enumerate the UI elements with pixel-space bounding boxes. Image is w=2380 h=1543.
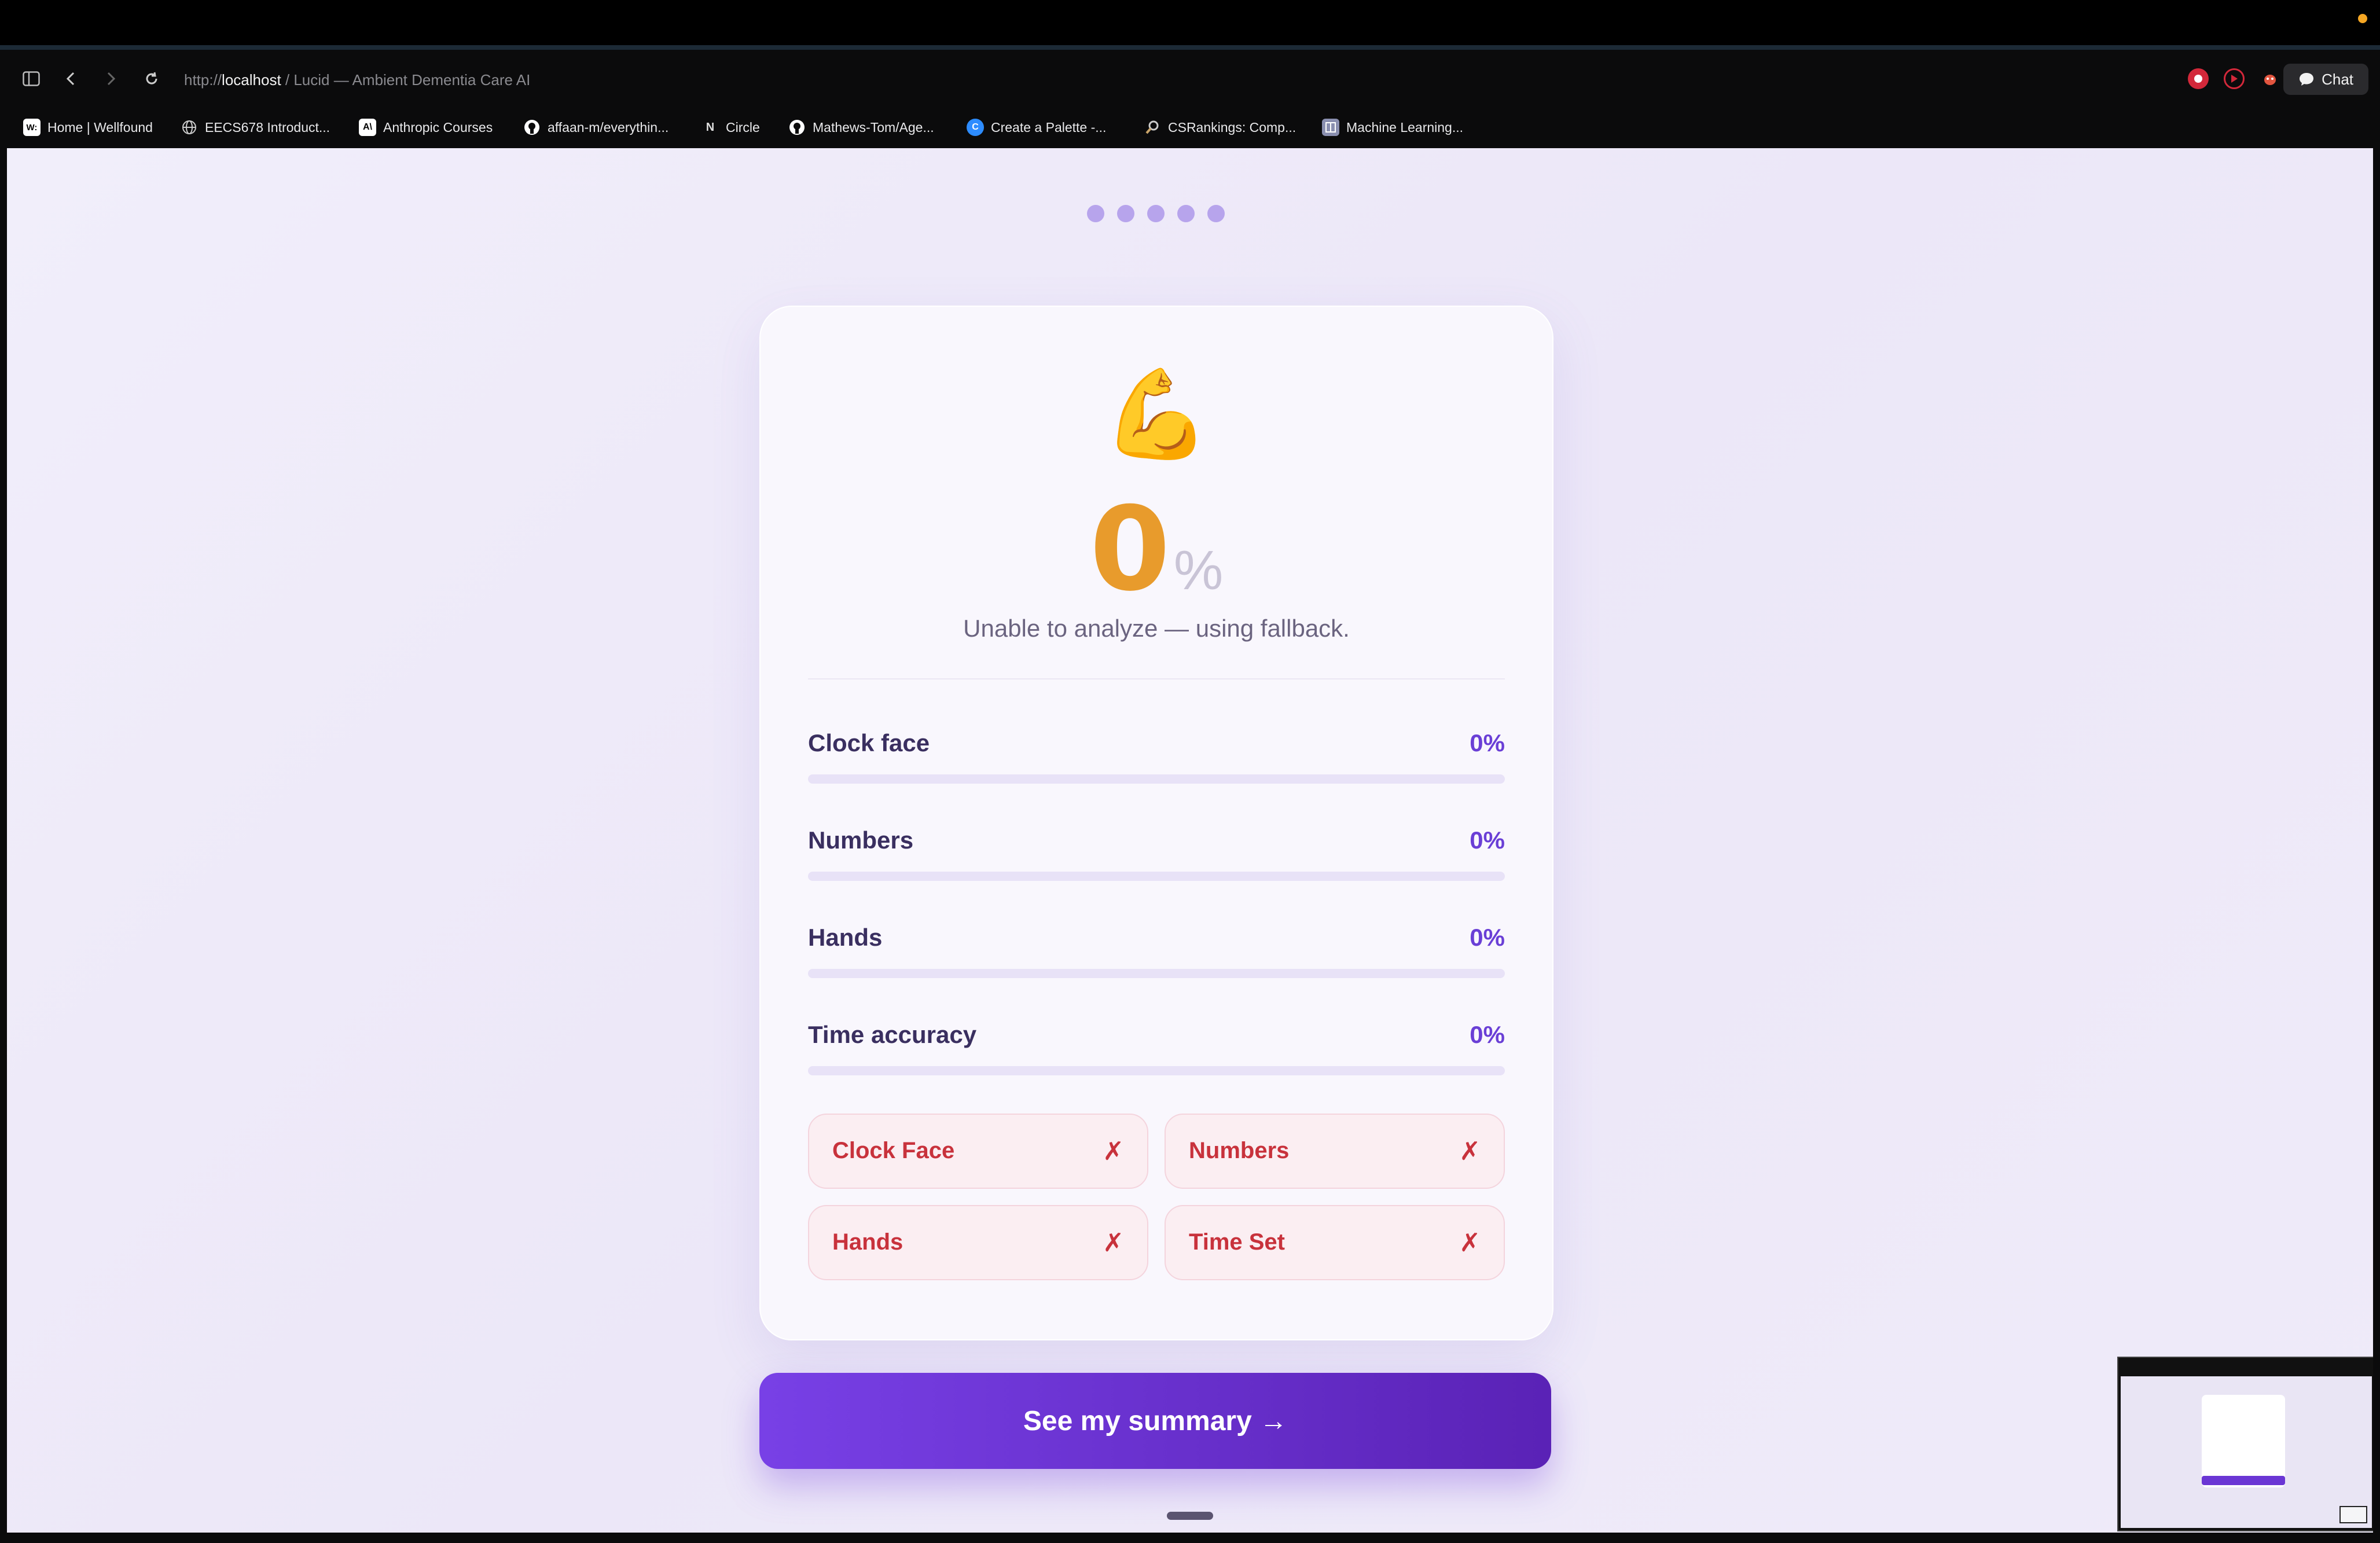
bookmark-label: CSRankings: Comp... [1168, 119, 1296, 135]
back-icon[interactable] [59, 67, 82, 90]
see-summary-button[interactable]: See my summary → [759, 1373, 1551, 1469]
extension-record-icon[interactable] [2188, 68, 2209, 89]
check-label: Time Set [1189, 1229, 1285, 1255]
bookmark-circle[interactable]: N Circle [701, 116, 760, 139]
bookmark-label: Home | Wellfound [47, 119, 153, 135]
bookmark-label: Machine Learning... [1346, 119, 1464, 135]
bookmark-csrankings[interactable]: CSRankings: Comp... [1144, 116, 1296, 139]
step-dot [1147, 205, 1165, 222]
metric-clock-face: Clock face 0% [808, 729, 1505, 793]
result-card: 💪 0% Unable to analyze — using fallback.… [759, 306, 1553, 1340]
status-dot [2358, 14, 2367, 23]
metric-label: Clock face [808, 729, 930, 756]
score-value: 0 [1089, 482, 1170, 617]
fail-icon: ✗ [1459, 1229, 1481, 1257]
bookmarks-bar: W: Home | Wellfound EECS678 Introduct...… [0, 104, 2380, 150]
check-label: Numbers [1189, 1138, 1290, 1163]
divider [808, 678, 1505, 679]
url-scheme: http:// [184, 71, 222, 89]
metric-time-accuracy: Time accuracy 0% [808, 1021, 1505, 1085]
fail-icon: ✗ [1103, 1229, 1124, 1257]
extension-bug-icon[interactable] [2260, 68, 2280, 89]
github-icon [523, 119, 541, 136]
wellfound-icon: W: [23, 119, 41, 136]
browser-toolbar: http://localhost / Lucid — Ambient Demen… [0, 54, 2380, 104]
url-title: / Lucid — Ambient Dementia Care AI [281, 71, 531, 89]
check-time-set: Time Set ✗ [1165, 1205, 1505, 1280]
url-host: localhost [222, 71, 281, 89]
metric-value: 0% [1470, 1021, 1505, 1048]
chat-label: Chat [2322, 70, 2353, 88]
score-display: 0% [761, 492, 1552, 608]
metric-progress-bar [808, 1066, 1505, 1075]
bookmark-label: Mathews-Tom/Age... [813, 119, 934, 135]
palette-icon: C [967, 119, 984, 136]
thumbnail-resize-handle[interactable] [2339, 1506, 2367, 1523]
magnifier-icon [1144, 119, 1161, 136]
thumbnail-card [2202, 1395, 2285, 1487]
page-viewport: 💪 0% Unable to analyze — using fallback.… [7, 148, 2373, 1533]
score-unit: % [1173, 539, 1224, 601]
metric-label: Time accuracy [808, 1021, 977, 1048]
metric-numbers: Numbers 0% [808, 826, 1505, 890]
score-message: Unable to analyze — using fallback. [963, 615, 1350, 642]
metric-progress-bar [808, 872, 1505, 881]
bookmark-label: Anthropic Courses [383, 119, 493, 135]
chat-bubble-icon [2300, 73, 2314, 86]
check-hands: Hands ✗ [808, 1205, 1148, 1280]
metric-hands: Hands 0% [808, 924, 1505, 987]
bookmark-create-palette[interactable]: C Create a Palette -... [967, 116, 1106, 139]
bookmark-label: EECS678 Introduct... [205, 119, 330, 135]
metric-label: Numbers [808, 826, 914, 854]
fail-icon: ✗ [1459, 1137, 1481, 1166]
metric-progress-bar [808, 969, 1505, 978]
globe-icon [181, 119, 198, 136]
extension-play-icon[interactable] [2224, 68, 2245, 89]
bookmark-label: affaan-m/everythin... [548, 119, 669, 135]
bookmark-mathews-tom[interactable]: Mathews-Tom/Age... [788, 116, 934, 139]
anthropic-icon: A\ [359, 119, 376, 136]
bookmark-wellfound[interactable]: W: Home | Wellfound [23, 116, 153, 139]
check-label: Hands [832, 1229, 903, 1255]
bookmark-eecs678[interactable]: EECS678 Introduct... [181, 116, 330, 139]
progress-steps [1087, 205, 1225, 222]
bookmark-label: Circle [726, 119, 760, 135]
system-bar [0, 0, 2380, 45]
check-label: Clock Face [832, 1138, 955, 1163]
flexed-biceps-icon: 💪 [1102, 365, 1211, 462]
book-icon [1322, 119, 1339, 136]
fail-icon: ✗ [1103, 1137, 1124, 1166]
github-icon [788, 119, 806, 136]
bookmark-affaan[interactable]: affaan-m/everythin... [523, 116, 669, 139]
bookmark-machine-learning[interactable]: Machine Learning... [1322, 116, 1463, 139]
metric-progress-bar [808, 774, 1505, 784]
metric-label: Hands [808, 924, 883, 951]
bookmark-anthropic-courses[interactable]: A\ Anthropic Courses [359, 116, 493, 139]
step-dot [1117, 205, 1134, 222]
metric-value: 0% [1470, 826, 1505, 854]
check-numbers: Numbers ✗ [1165, 1114, 1505, 1189]
step-dot [1207, 205, 1225, 222]
scroll-handle[interactable] [1167, 1512, 1213, 1520]
picture-in-picture-thumbnail[interactable] [2118, 1358, 2373, 1530]
step-dot [1177, 205, 1195, 222]
bookmark-label: Create a Palette -... [991, 119, 1107, 135]
thumbnail-button [2202, 1476, 2285, 1485]
address-bar[interactable]: http://localhost / Lucid — Ambient Demen… [184, 69, 530, 90]
metric-value: 0% [1470, 729, 1505, 756]
forward-icon[interactable] [100, 67, 123, 90]
step-dot [1087, 205, 1104, 222]
notion-icon: N [706, 120, 715, 134]
check-clock-face: Clock Face ✗ [808, 1114, 1148, 1189]
sidebar-toggle-icon[interactable] [20, 67, 43, 90]
metric-value: 0% [1470, 924, 1505, 951]
thumbnail-toolbar [2121, 1360, 2372, 1376]
reload-icon[interactable] [140, 67, 163, 90]
chat-button[interactable]: Chat [2283, 64, 2368, 95]
